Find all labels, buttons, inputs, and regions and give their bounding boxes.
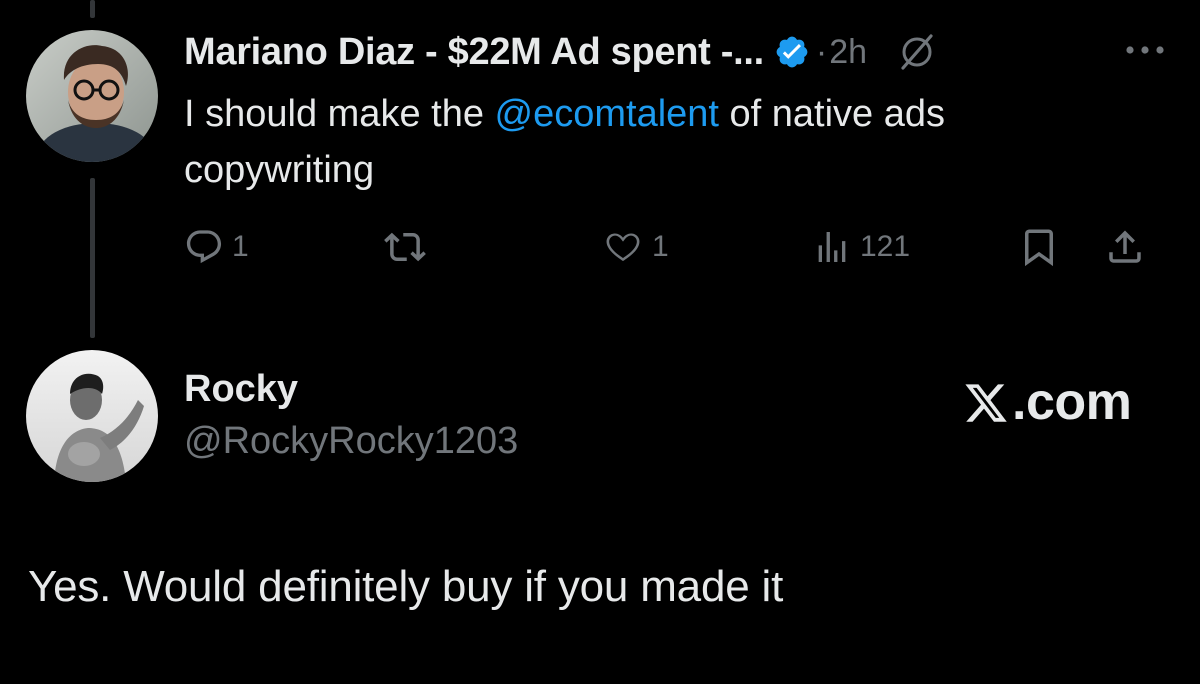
meta-separator: ·: [815, 32, 828, 71]
repost-button[interactable]: [384, 222, 434, 272]
views-count: 121: [860, 230, 911, 263]
like-count: 1: [652, 230, 669, 263]
reply-count: 1: [232, 230, 249, 263]
like-icon: [606, 233, 640, 262]
more-icon[interactable]: [1122, 30, 1168, 70]
thread-connector-top: [90, 0, 95, 18]
bookmark-button[interactable]: [1018, 222, 1060, 272]
tweet-text: I should make the @ecomtalent of native …: [184, 86, 1144, 198]
share-icon: [1109, 230, 1141, 263]
x-com-logo: .com: [962, 372, 1132, 432]
like-button[interactable]: 1: [602, 222, 669, 272]
author-name[interactable]: Mariano Diaz - $22M Ad spent -...: [184, 31, 764, 74]
thread-connector: [90, 178, 95, 338]
reply-button[interactable]: 1: [184, 222, 249, 272]
views-button[interactable]: 121: [812, 222, 910, 272]
reply-icon: [186, 230, 222, 264]
grok-icon[interactable]: [897, 32, 937, 72]
screenshot-canvas: Mariano Diaz - $22M Ad spent -... · 2h I…: [0, 0, 1200, 684]
tweet-text-start: I should make the: [184, 93, 495, 135]
reply-author-avatar[interactable]: [26, 350, 158, 482]
verified-badge-icon: [774, 34, 810, 70]
x-com-suffix: .com: [1012, 373, 1132, 431]
tweet-timestamp[interactable]: 2h: [829, 33, 867, 72]
author-avatar[interactable]: [26, 30, 158, 162]
x-logo-icon: [962, 379, 1010, 425]
views-icon: [818, 232, 846, 262]
repost-icon: [384, 232, 426, 262]
mention-link[interactable]: @ecomtalent: [495, 93, 719, 135]
reply-text: Yes. Would definitely buy if you made it: [28, 562, 784, 611]
tweet-action-bar: 1 1 121: [184, 222, 1174, 272]
bookmark-icon: [1025, 229, 1053, 267]
reply-author-name[interactable]: Rocky: [184, 368, 298, 411]
share-button[interactable]: [1104, 222, 1146, 272]
reply-author-handle[interactable]: @RockyRocky1203: [184, 420, 518, 463]
tweet-header: Mariano Diaz - $22M Ad spent -... · 2h: [184, 28, 937, 76]
